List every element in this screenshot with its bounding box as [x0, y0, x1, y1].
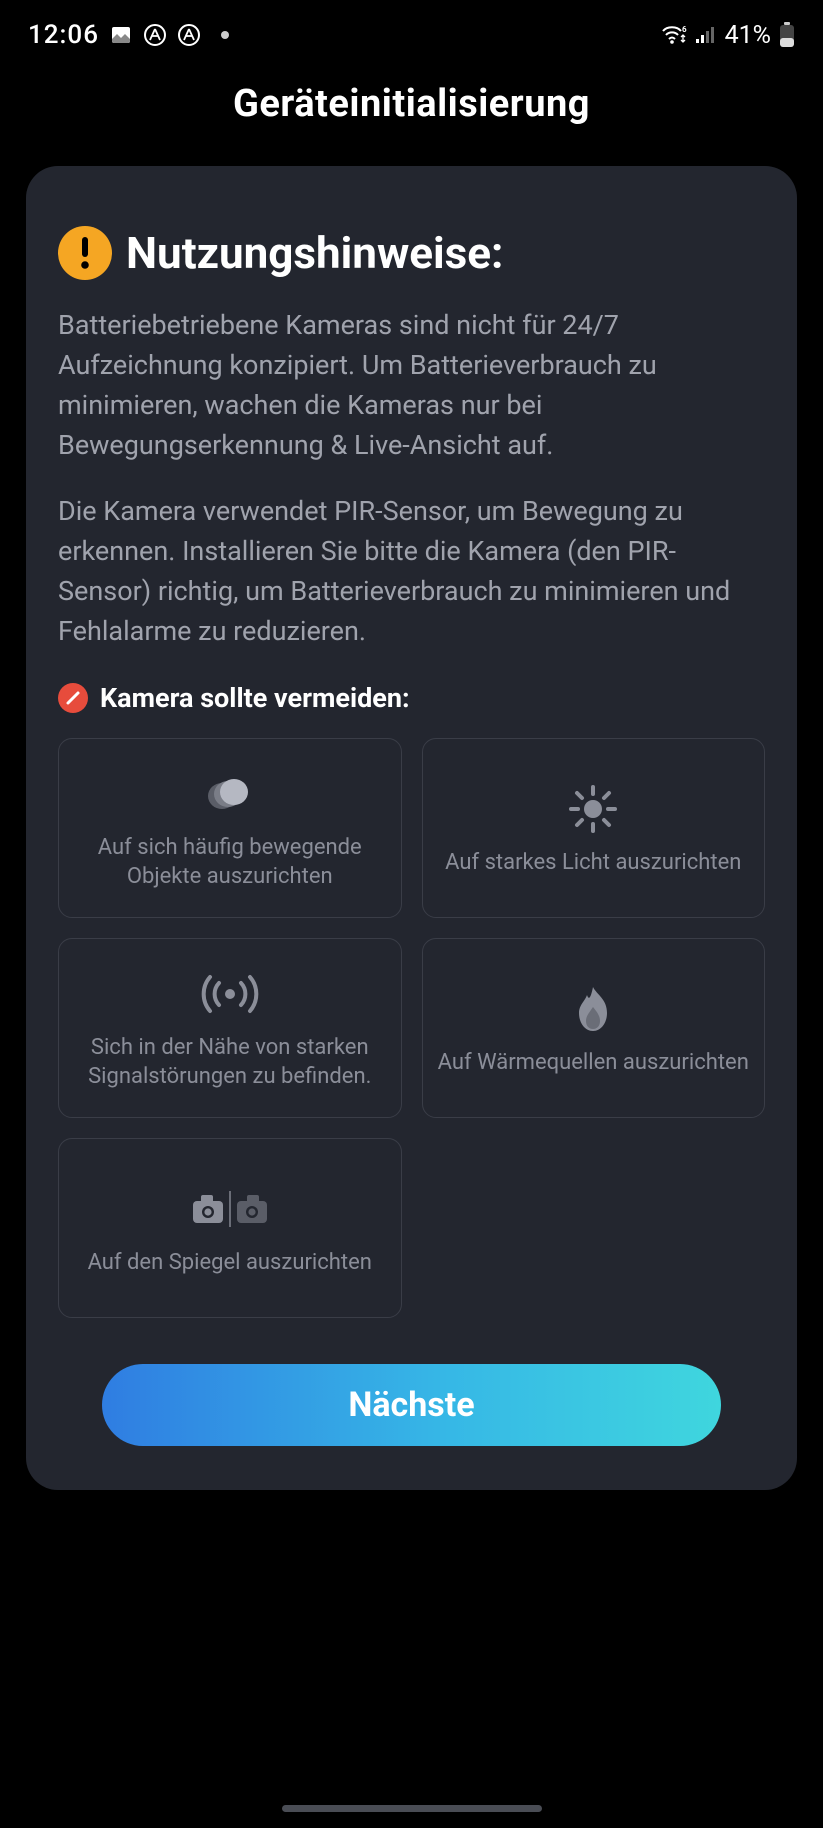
- avoid-heading-row: Kamera sollte vermeiden:: [58, 682, 765, 714]
- heading-row: Nutzungshinweise:: [58, 226, 765, 280]
- content-card: Nutzungshinweise: Batteriebetriebene Kam…: [26, 166, 797, 1490]
- wifi-icon: 6: [661, 24, 687, 46]
- notification-dot-icon: [221, 31, 229, 39]
- tile-heat-sources: Auf Wärmequellen auszurichten: [422, 938, 766, 1118]
- tile-label: Auf Wärmequellen auszurichten: [438, 1049, 749, 1077]
- signal-icon: [695, 25, 717, 45]
- tile-label: Auf den Spiegel auszurichten: [88, 1249, 372, 1277]
- warning-icon: [58, 226, 112, 280]
- paragraph-2: Die Kamera verwendet PIR-Sensor, um Bewe…: [58, 492, 765, 652]
- status-right: 6 41%: [661, 21, 795, 50]
- svg-text:6: 6: [682, 25, 687, 34]
- next-button-label: Nächste: [348, 1385, 474, 1425]
- paragraph-1: Batteriebetriebene Kameras sind nicht fü…: [58, 306, 765, 466]
- page-title: Geräteinitialisierung: [0, 82, 823, 126]
- signal-waves-icon: [195, 964, 265, 1024]
- tile-label: Auf sich häufig bewegende Objekte auszur…: [67, 834, 393, 890]
- tile-signal-interference: Sich in der Nähe von starken Signalstöru…: [58, 938, 402, 1118]
- tile-moving-objects: Auf sich häufig bewegende Objekte auszur…: [58, 738, 402, 918]
- prohibit-icon: [58, 683, 88, 713]
- tile-label: Sich in der Nähe von starken Signalstöru…: [67, 1034, 393, 1090]
- status-time: 12:06: [28, 20, 99, 50]
- battery-icon: [779, 22, 795, 48]
- status-left: 12:06: [28, 20, 229, 50]
- tile-label: Auf starkes Licht auszurichten: [445, 849, 741, 877]
- avoid-label: Kamera sollte vermeiden:: [100, 682, 410, 714]
- circle-a-icon-2: [177, 23, 201, 47]
- circle-a-icon: [143, 23, 167, 47]
- status-bar: 12:06 6: [0, 0, 823, 70]
- tile-mirror: Auf den Spiegel auszurichten: [58, 1138, 402, 1318]
- next-button[interactable]: Nächste: [102, 1364, 721, 1446]
- tile-strong-light: Auf starkes Licht auszurichten: [422, 738, 766, 918]
- avoid-tile-grid: Auf sich häufig bewegende Objekte auszur…: [58, 738, 765, 1318]
- motion-blur-icon: [200, 764, 260, 824]
- battery-percent: 41%: [725, 21, 771, 50]
- gallery-icon: [109, 23, 133, 47]
- sun-icon: [567, 779, 619, 839]
- flame-icon: [571, 979, 615, 1039]
- heading-text: Nutzungshinweise:: [126, 227, 503, 279]
- mirror-cameras-icon: [185, 1179, 275, 1239]
- nav-handle[interactable]: [282, 1805, 542, 1812]
